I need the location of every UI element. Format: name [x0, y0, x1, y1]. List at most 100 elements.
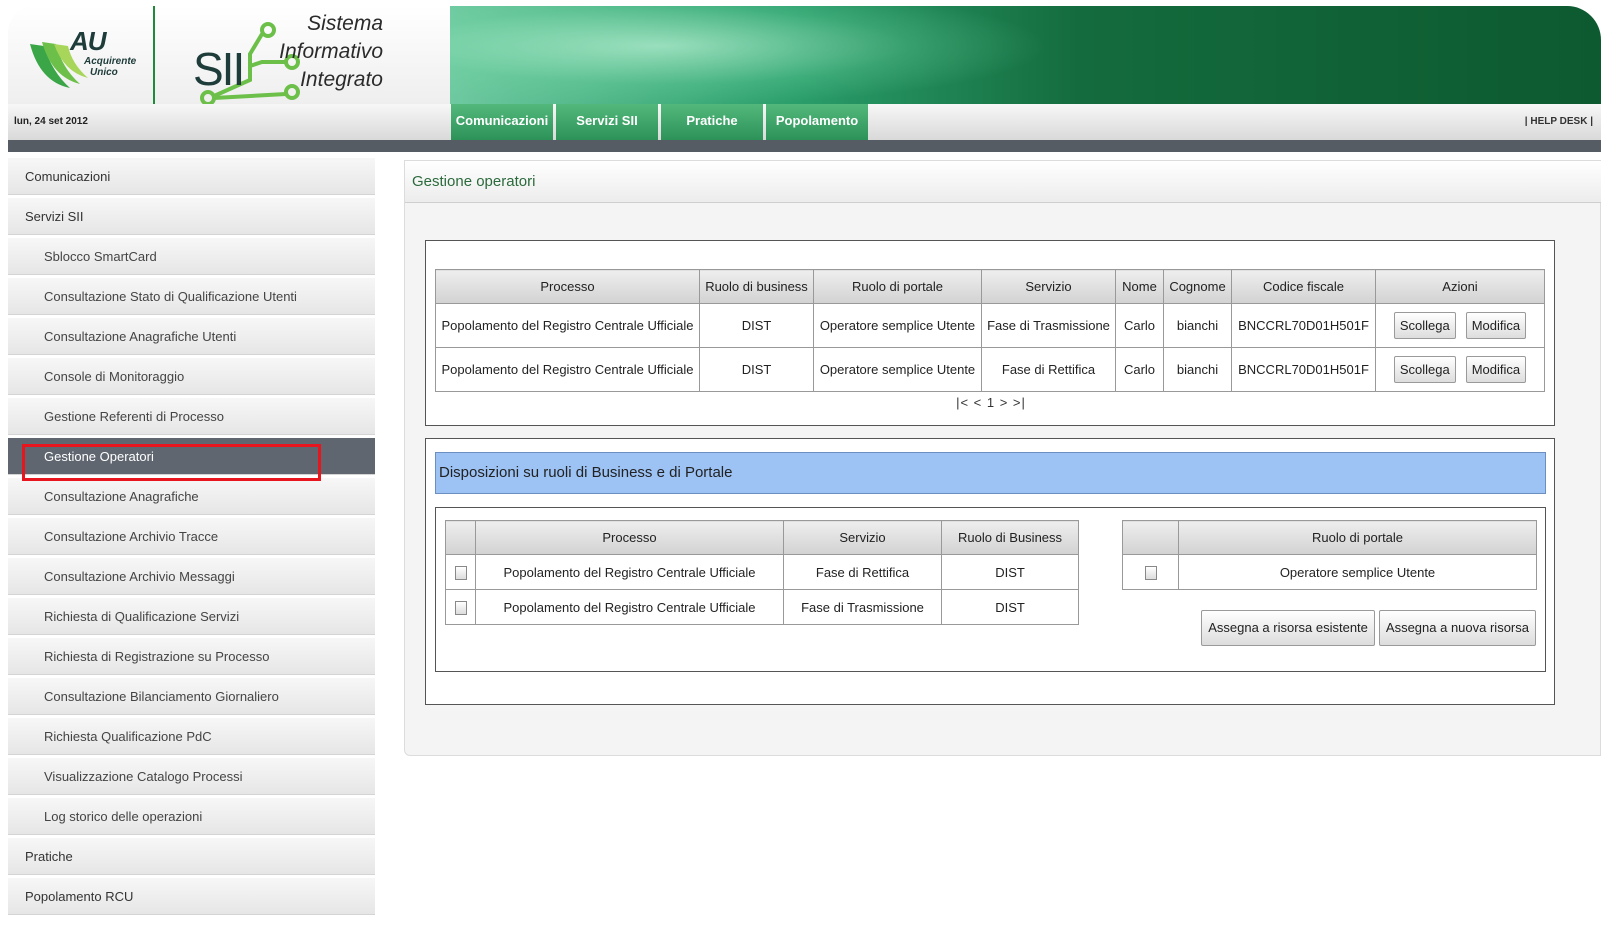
- cell-ruolo-portale: Operatore semplice Utente: [813, 347, 982, 392]
- modifica-button[interactable]: Modifica: [1465, 312, 1527, 339]
- operators-table: Processo Ruolo di business Ruolo di port…: [435, 269, 1545, 392]
- cell-processo: Popolamento del Registro Centrale Uffici…: [435, 347, 700, 392]
- cell-servizio: Fase di Trasmissione: [783, 589, 942, 625]
- row-checkbox[interactable]: [454, 565, 467, 580]
- sidebar-item-consultazione-anagrafiche[interactable]: Consultazione Anagrafiche: [8, 478, 375, 515]
- assign-existing-button[interactable]: Assegna a risorsa esistente: [1201, 610, 1375, 646]
- row-checkbox[interactable]: [1144, 565, 1157, 580]
- col-select: [445, 520, 476, 555]
- scollega-button[interactable]: Scollega: [1393, 312, 1456, 339]
- cell-azioni: Scollega Modifica: [1375, 303, 1545, 348]
- sidebar-item-comunicazioni[interactable]: Comunicazioni: [8, 158, 375, 195]
- highlight-annotation: [22, 444, 321, 481]
- cell-servizio: Fase di Rettifica: [783, 554, 942, 590]
- cell-processo: Popolamento del Registro Centrale Uffici…: [475, 589, 784, 625]
- sidebar-item-registrazione-processo[interactable]: Richiesta di Registrazione su Processo: [8, 638, 375, 675]
- scollega-button[interactable]: Scollega: [1393, 356, 1456, 383]
- cell-servizio: Fase di Trasmissione: [981, 303, 1116, 348]
- assign-new-button[interactable]: Assegna a nuova risorsa: [1378, 610, 1536, 646]
- table-row: Operatore semplice Utente: [1122, 554, 1537, 590]
- logo-area: AU Acquirente Unico SII Sistema Informat…: [8, 6, 458, 106]
- cell-checkbox: [1122, 554, 1179, 590]
- cell-checkbox: [445, 589, 476, 625]
- nav-divider: [8, 140, 1601, 152]
- col-ruolo-business: Ruolo di Business: [941, 520, 1079, 555]
- sii-title: Sistema Informativo Integrato: [263, 10, 383, 94]
- cell-processo: Popolamento del Registro Centrale Uffici…: [475, 554, 784, 590]
- sii-logo-text: SII: [193, 43, 245, 95]
- sidebar-item-qualificazione-servizi[interactable]: Richiesta di Qualificazione Servizi: [8, 598, 375, 635]
- col-servizio: Servizio: [981, 269, 1116, 304]
- sidebar-item-log-storico[interactable]: Log storico delle operazioni: [8, 798, 375, 835]
- au-logo-text: AU: [70, 26, 107, 56]
- row-checkbox[interactable]: [454, 600, 467, 615]
- sidebar-item-consultazione-anagrafiche-utenti[interactable]: Consultazione Anagrafiche Utenti: [8, 318, 375, 355]
- sidebar-item-archivio-tracce[interactable]: Consultazione Archivio Tracce: [8, 518, 375, 555]
- sidebar-item-servizi-sii[interactable]: Servizi SII: [8, 198, 375, 235]
- page-title: Gestione operatori: [405, 161, 1601, 203]
- col-azioni: Azioni: [1375, 269, 1545, 304]
- sidebar-item-catalogo-processi[interactable]: Visualizzazione Catalogo Processi: [8, 758, 375, 795]
- table-row: Popolamento del Registro Centrale Uffici…: [445, 554, 1079, 590]
- table-row: Popolamento del Registro Centrale Uffici…: [445, 589, 1079, 625]
- nav-tab-servizi-sii[interactable]: Servizi SII: [556, 104, 658, 140]
- au-sub-line-1: Acquirente: [84, 56, 137, 67]
- cell-ruolo-business: DIST: [941, 589, 1079, 625]
- sidebar-item-console-monitoraggio[interactable]: Console di Monitoraggio: [8, 358, 375, 395]
- cell-codice-fiscale: BNCCRL70D01H501F: [1231, 303, 1376, 348]
- cell-nome: Carlo: [1115, 303, 1164, 348]
- table-row: Popolamento del Registro Centrale Uffici…: [435, 303, 1545, 348]
- sii-title-line-1: Sistema: [307, 12, 383, 35]
- cell-ruolo-business: DIST: [699, 347, 814, 392]
- col-select: [1122, 520, 1179, 555]
- table-pager[interactable]: |< < 1 > >|: [426, 395, 1556, 410]
- logo-divider: [153, 6, 155, 104]
- sidebar-item-qualificazione-pdc[interactable]: Richiesta Qualificazione PdC: [8, 718, 375, 755]
- banner-glow: [450, 6, 1050, 106]
- sidebar-item-pratiche[interactable]: Pratiche: [8, 838, 375, 875]
- cell-ruolo-portale: Operatore semplice Utente: [813, 303, 982, 348]
- header-banner: [450, 6, 1601, 106]
- cell-cognome: bianchi: [1163, 303, 1232, 348]
- sidebar-item-popolamento-rcu[interactable]: Popolamento RCU: [8, 878, 375, 915]
- nav-tab-pratiche[interactable]: Pratiche: [661, 104, 763, 140]
- sidebar-item-consultazione-stato-qualificazione[interactable]: Consultazione Stato di Qualificazione Ut…: [8, 278, 375, 315]
- sidebar-item-archivio-messaggi[interactable]: Consultazione Archivio Messaggi: [8, 558, 375, 595]
- table-header-row: Processo Ruolo di business Ruolo di port…: [435, 269, 1545, 304]
- modifica-button[interactable]: Modifica: [1465, 356, 1527, 383]
- top-navbar: lun, 24 set 2012 Comunicazioni Servizi S…: [8, 104, 1601, 162]
- au-logo-subtitle: Acquirente Unico: [84, 56, 136, 78]
- operators-box: Processo Ruolo di business Ruolo di port…: [425, 240, 1555, 426]
- disposizioni-inner: Processo Servizio Ruolo di Business Popo…: [435, 507, 1546, 672]
- col-nome: Nome: [1115, 269, 1164, 304]
- cell-nome: Carlo: [1115, 347, 1164, 392]
- col-ruolo-portale: Ruolo di portale: [813, 269, 982, 304]
- assign-actions: Assegna a risorsa esistente Assegna a nu…: [1197, 610, 1536, 646]
- col-ruolo-portale: Ruolo di portale: [1178, 520, 1537, 555]
- current-date: lun, 24 set 2012: [14, 116, 88, 127]
- cell-cognome: bianchi: [1163, 347, 1232, 392]
- table-row: Popolamento del Registro Centrale Uffici…: [435, 347, 1545, 392]
- cell-processo: Popolamento del Registro Centrale Uffici…: [435, 303, 700, 348]
- sidebar-item-bilanciamento-giornaliero[interactable]: Consultazione Bilanciamento Giornaliero: [8, 678, 375, 715]
- disposizioni-box: Disposizioni su ruoli di Business e di P…: [425, 438, 1555, 705]
- sidebar-item-gestione-referenti[interactable]: Gestione Referenti di Processo: [8, 398, 375, 435]
- cell-codice-fiscale: BNCCRL70D01H501F: [1231, 347, 1376, 392]
- portal-roles-table: Ruolo di portale Operatore semplice Uten…: [1122, 520, 1537, 590]
- col-processo: Processo: [475, 520, 784, 555]
- page-header: AU Acquirente Unico SII Sistema Informat…: [8, 6, 1601, 106]
- nav-tab-comunicazioni[interactable]: Comunicazioni: [451, 104, 553, 140]
- col-codice-fiscale: Codice fiscale: [1231, 269, 1376, 304]
- cell-ruolo-business: DIST: [699, 303, 814, 348]
- col-ruolo-business: Ruolo di business: [699, 269, 814, 304]
- sidebar-menu: Comunicazioni Servizi SII Sblocco SmartC…: [8, 158, 375, 918]
- sii-title-line-2: Informativo: [279, 40, 383, 63]
- help-desk-link[interactable]: | HELP DESK |: [1525, 116, 1593, 127]
- sii-title-line-3: Integrato: [300, 68, 383, 91]
- table-header-row: Processo Servizio Ruolo di Business: [445, 520, 1079, 555]
- nav-tab-popolamento-rcu[interactable]: Popolamento RCU: [766, 104, 868, 162]
- nav-tabs: Comunicazioni Servizi SII Pratiche Popol…: [451, 104, 871, 162]
- au-sub-line-2: Unico: [90, 67, 118, 78]
- sidebar-item-sblocco-smartcard[interactable]: Sblocco SmartCard: [8, 238, 375, 275]
- cell-ruolo-portale: Operatore semplice Utente: [1178, 554, 1537, 590]
